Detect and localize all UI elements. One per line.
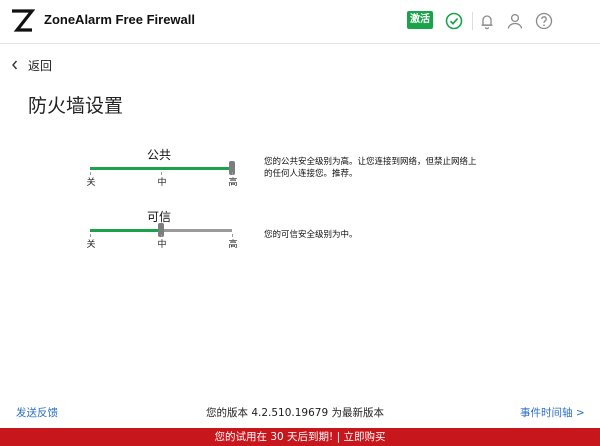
tick-label-off: 关 (86, 240, 96, 250)
trusted-security-description: 您的可信安全级别为中。 (264, 230, 358, 240)
tick-label-medium: 中 (157, 240, 167, 250)
public-security-slider[interactable]: 公共 关 中 高 (84, 146, 244, 196)
trial-banner[interactable]: 您的试用在 30 天后到期! | 立即购买 (0, 428, 600, 446)
activate-button[interactable]: 激活 (407, 11, 433, 29)
send-feedback-link[interactable]: 发送反馈 (16, 405, 58, 420)
back-label: 返回 (28, 59, 53, 73)
chevron-left-icon (12, 60, 18, 70)
tick-label-medium: 中 (157, 178, 167, 188)
slider-name-public: 公共 (146, 148, 171, 162)
tick-label-high: 高 (228, 240, 238, 250)
slider-fill (90, 229, 161, 232)
slider-track[interactable] (90, 167, 232, 170)
trial-message[interactable]: 您的试用在 30 天后到期! | 立即购买 (215, 431, 386, 443)
tick-label-high: 高 (228, 178, 238, 188)
tick-label-off: 关 (86, 178, 96, 188)
version-status: 您的版本 4.2.510.19679 为最新版本 (206, 407, 384, 419)
help-icon[interactable] (534, 11, 554, 31)
title-bar: ZoneAlarm Free Firewall 激活 (0, 0, 600, 44)
trusted-security-slider[interactable]: 可信 关 中 高 (84, 208, 244, 258)
public-security-description: 您的公共安全级别为高。让您连接到网络，但禁止网络上的任何人连接您。推荐。 (264, 157, 477, 179)
header-divider (472, 12, 473, 30)
slider-fill (90, 167, 232, 170)
event-timeline-link[interactable]: 事件时间轴 > (520, 405, 585, 420)
bell-icon[interactable] (477, 11, 497, 31)
page-title: 防火墙设置 (28, 95, 124, 117)
zonealarm-logo (12, 9, 35, 32)
app-title: ZoneAlarm Free Firewall (44, 12, 195, 27)
check-circle-icon[interactable] (444, 11, 464, 31)
user-icon[interactable] (505, 11, 525, 31)
